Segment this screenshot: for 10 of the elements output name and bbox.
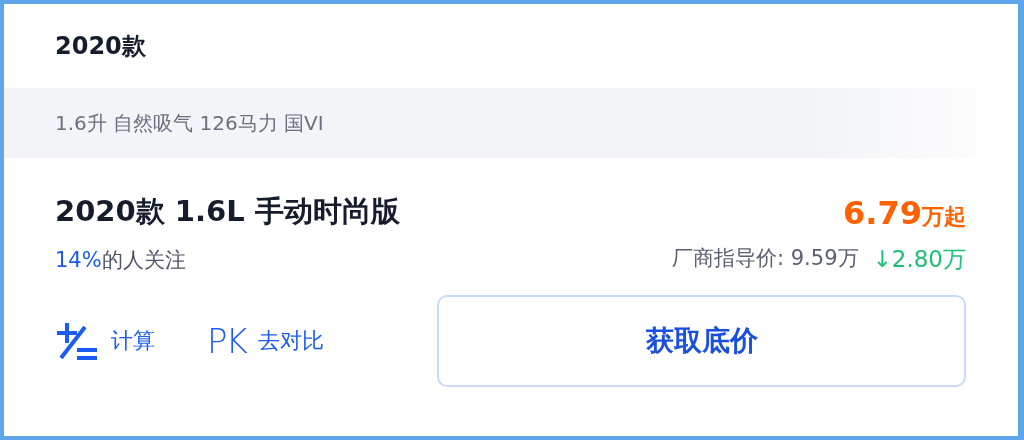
calculator-icon xyxy=(55,321,99,361)
compare-button[interactable]: PK 去对比 xyxy=(207,321,324,361)
guide-price: 厂商指导价: 9.59万 xyxy=(672,245,859,272)
price: 6.79万起 xyxy=(843,194,966,232)
attention-text: 14%的人关注 xyxy=(55,246,186,274)
calculator-button[interactable]: 计算 xyxy=(55,321,155,361)
get-price-button[interactable]: 获取底价 xyxy=(437,295,966,387)
year-heading: 2020款 xyxy=(54,31,147,62)
model-name[interactable]: 2020款 1.6L 手动时尚版 xyxy=(55,192,400,232)
price-drop: ↓2.80万 xyxy=(872,245,966,274)
